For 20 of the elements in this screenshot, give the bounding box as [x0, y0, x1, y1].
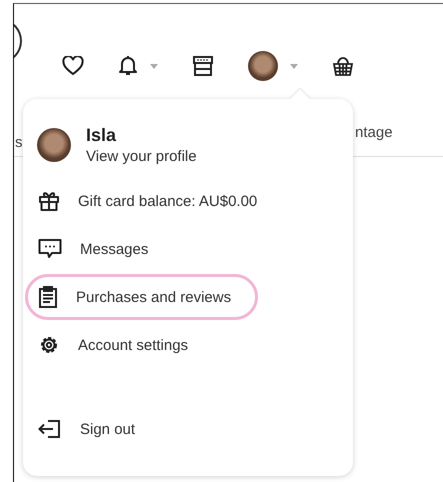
nav-text[interactable]: s — [15, 134, 22, 151]
basket-icon[interactable] — [332, 55, 354, 77]
bell-icon[interactable] — [118, 55, 138, 77]
clipboard-icon — [38, 285, 58, 309]
menu-item[interactable]: Account settings — [25, 322, 216, 368]
avatar-icon[interactable] — [248, 51, 278, 81]
shop-icon[interactable] — [192, 55, 214, 77]
profile-link[interactable]: View your profile — [86, 148, 197, 165]
gift-icon — [38, 190, 60, 212]
settings-icon — [38, 334, 60, 356]
sign-out-icon — [38, 419, 62, 439]
chat-icon — [38, 238, 62, 260]
menu-item[interactable]: Messages — [25, 226, 176, 272]
menu-item[interactable]: Gift card balance: AU$0.00 — [25, 178, 284, 224]
avatar-icon — [37, 128, 71, 162]
nav-text[interactable]: ntage — [355, 124, 393, 141]
heart-icon[interactable] — [62, 56, 84, 76]
menu-item[interactable]: Sign out — [25, 406, 162, 452]
menu-item[interactable]: Purchases and reviews — [25, 274, 258, 320]
user-name: Isla — [86, 125, 118, 146]
